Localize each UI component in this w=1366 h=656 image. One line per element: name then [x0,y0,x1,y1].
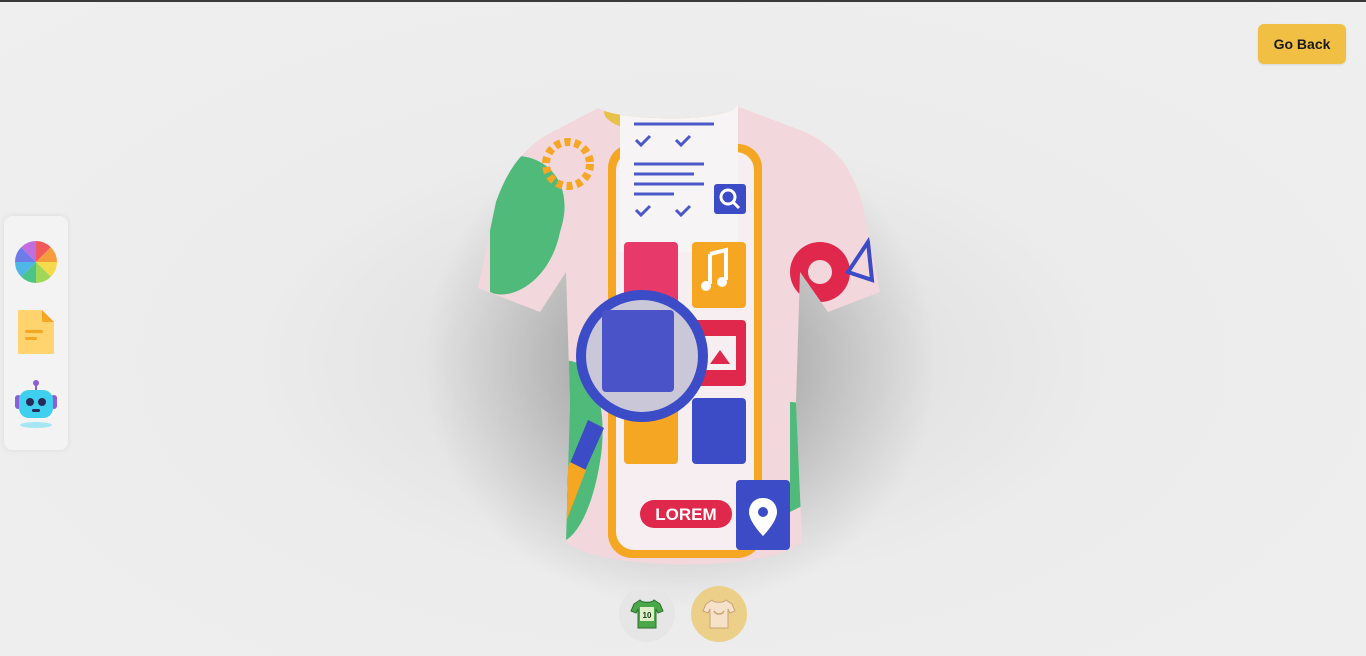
file-picker-tab[interactable] [12,308,60,356]
jersey-number: 10 [643,611,652,620]
ai-picker-tab[interactable] [12,380,60,428]
color-wheel-icon [15,241,57,283]
color-picker-tab[interactable] [12,238,60,286]
logo-shirt-tab[interactable]: 10 [619,586,675,642]
editor-tabs-toolbar [4,216,68,450]
file-icon [18,310,54,354]
jersey-icon: 10 [630,599,664,629]
tshirt-model[interactable]: LOREM [470,102,890,582]
shirt-canvas[interactable]: LOREM Go Back 10 [0,2,1366,656]
stylish-shirt-icon [702,599,736,629]
robot-icon [15,380,57,428]
full-texture-shirt-tab[interactable] [691,586,747,642]
go-back-button[interactable]: Go Back [1258,24,1346,64]
decal-lorem-text: LOREM [655,505,716,524]
